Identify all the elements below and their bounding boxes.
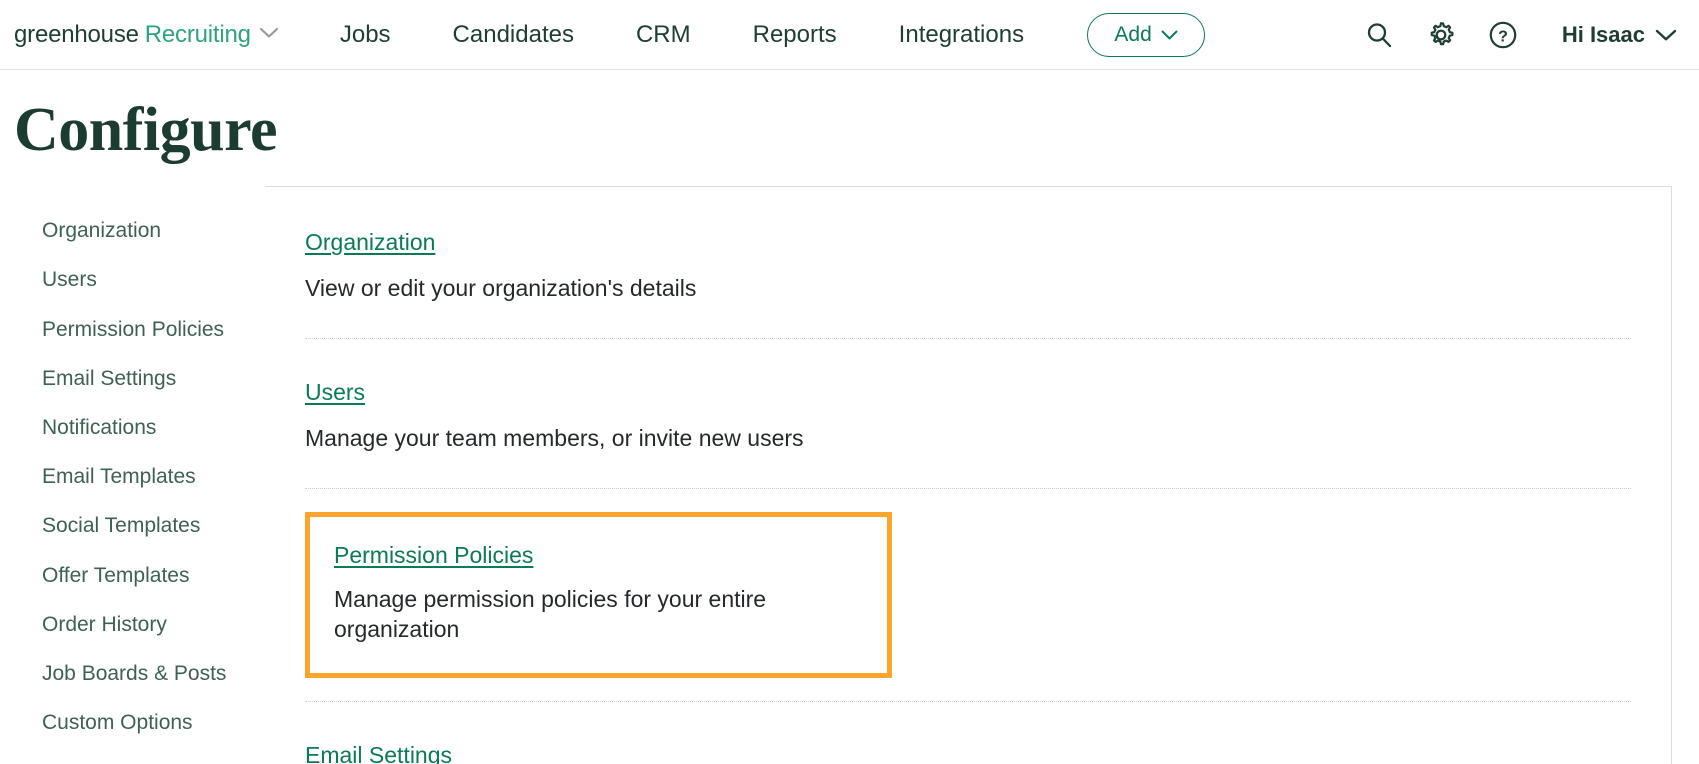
nav-item-integrations[interactable]: Integrations [868, 21, 1055, 49]
sidebar-item-order-history[interactable]: Order History [0, 600, 265, 649]
svg-text:?: ? [1498, 28, 1508, 45]
settings-row-users: Users Manage your team members, or invit… [305, 339, 1631, 489]
sidebar-item-organization[interactable]: Organization [0, 206, 265, 255]
chevron-down-icon [1161, 23, 1178, 47]
chevron-down-icon[interactable] [259, 18, 279, 46]
sidebar-item-email-settings[interactable]: Email Settings [0, 354, 265, 403]
brand-name-primary: greenhouse [14, 20, 139, 48]
sidebar-item-job-boards-posts[interactable]: Job Boards & Posts [0, 649, 265, 698]
settings-description-organization: View or edit your organization's details [305, 275, 697, 302]
configure-content-panel: Organization View or edit your organizat… [265, 186, 1672, 764]
settings-row-organization: Organization View or edit your organizat… [305, 187, 1631, 340]
sidebar-item-permission-policies[interactable]: Permission Policies [0, 305, 265, 354]
settings-description-permission-policies: Manage permission policies for your enti… [334, 585, 767, 642]
top-navigation-bar: greenhouse Recruiting Jobs Candidates CR… [0, 0, 1699, 70]
add-button-label: Add [1114, 22, 1152, 46]
add-button[interactable]: Add [1087, 12, 1206, 57]
sidebar-item-social-templates[interactable]: Social Templates [0, 501, 265, 550]
gear-icon[interactable] [1410, 9, 1472, 61]
help-circle-icon[interactable]: ? [1472, 9, 1534, 61]
nav-item-crm[interactable]: CRM [605, 21, 722, 49]
settings-list: Organization View or edit your organizat… [265, 187, 1671, 764]
nav-right-group: ? Hi Isaac [1348, 9, 1681, 61]
settings-description-users: Manage your team members, or invite new … [305, 425, 804, 452]
sidebar-item-offer-templates[interactable]: Offer Templates [0, 551, 265, 600]
sidebar-item-email-templates[interactable]: Email Templates [0, 452, 265, 501]
nav-item-jobs[interactable]: Jobs [309, 21, 422, 49]
user-greeting-label: Hi Isaac [1561, 21, 1645, 47]
nav-item-reports[interactable]: Reports [722, 21, 868, 49]
settings-row-email-settings: Email Settings Manage email settings for… [305, 702, 1631, 764]
sidebar-item-notifications[interactable]: Notifications [0, 403, 265, 452]
page-title: Configure [14, 96, 278, 164]
sidebar-item-custom-options[interactable]: Custom Options [0, 698, 265, 747]
highlight-annotation-box: Permission Policies Manage permission po… [305, 511, 892, 678]
brand-name-secondary: Recruiting [144, 20, 251, 48]
settings-link-permission-policies[interactable]: Permission Policies [334, 542, 533, 569]
primary-nav: Jobs Candidates CRM Reports Integrations [309, 21, 1055, 49]
configure-sidebar: Organization Users Permission Policies E… [0, 186, 266, 764]
brand-logo[interactable]: greenhouse Recruiting [14, 21, 279, 49]
page-layout: Organization Users Permission Policies E… [0, 186, 1699, 764]
chevron-down-icon [1655, 22, 1677, 48]
nav-item-candidates[interactable]: Candidates [422, 21, 605, 49]
settings-link-organization[interactable]: Organization [305, 229, 435, 256]
settings-row-permission-policies: Permission Policies Manage permission po… [305, 511, 1631, 702]
settings-link-users[interactable]: Users [305, 379, 365, 406]
sidebar-item-users[interactable]: Users [0, 255, 265, 304]
user-menu[interactable]: Hi Isaac [1562, 22, 1677, 48]
search-icon[interactable] [1348, 9, 1410, 61]
settings-link-email-settings[interactable]: Email Settings [305, 742, 452, 764]
